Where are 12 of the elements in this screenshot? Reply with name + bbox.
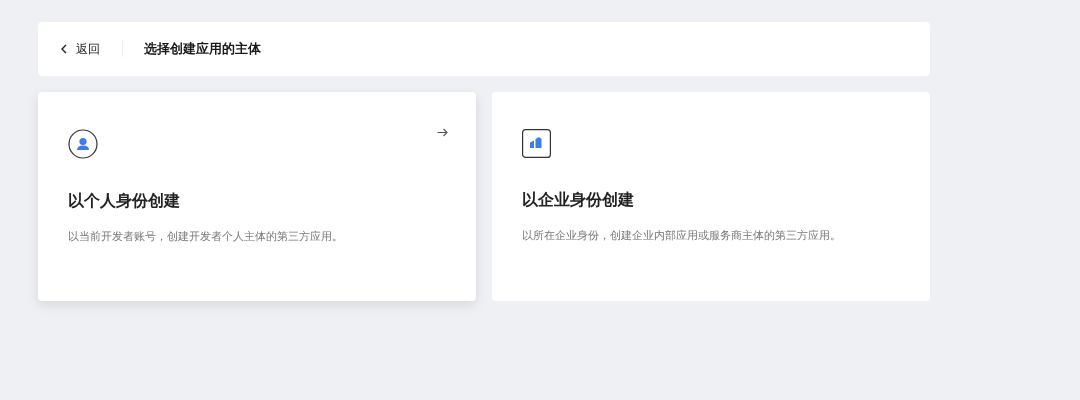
card-description: 以当前开发者账号，创建开发者个人主体的第三方应用。 [68,229,344,244]
page-title: 选择创建应用的主体 [144,40,261,58]
card-description: 以所在企业身份，创建企业内部应用或服务商主体的第三方应用。 [522,228,842,243]
card-title: 以企业身份创建 [522,190,634,211]
card-title: 以个人身份创建 [68,191,180,212]
building-icon [522,129,551,158]
chevron-left-icon [60,44,68,54]
user-icon [68,129,98,159]
option-card[interactable]: 以企业身份创建 以所在企业身份，创建企业内部应用或服务商主体的第三方应用。 [492,92,930,301]
back-button[interactable]: 返回 [60,40,100,58]
arrow-right-icon [437,128,448,137]
option-card[interactable]: 以个人身份创建 以当前开发者账号，创建开发者个人主体的第三方应用。 [38,92,476,301]
